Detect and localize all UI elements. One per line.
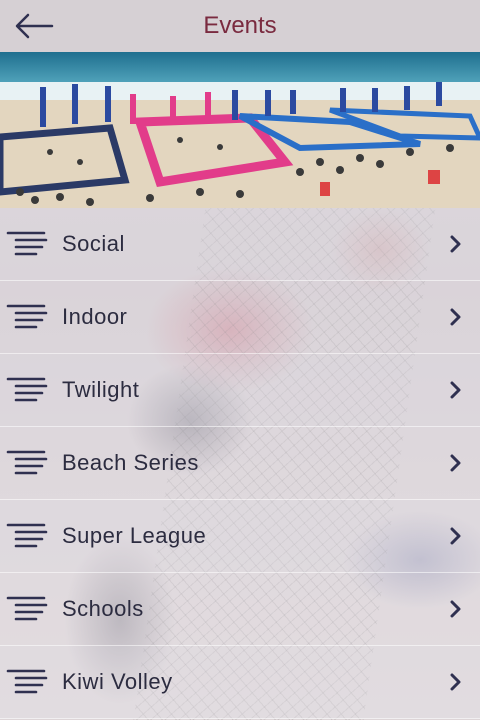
events-menu-list: Social Indoor Twilight Beach Series Supe… [0,208,480,719]
menu-item-label: Indoor [62,304,128,329]
chevron-right-icon [450,381,461,399]
page-title: Events [203,12,277,39]
menu-item-schools[interactable]: Schools [0,573,480,646]
menu-item-label: Schools [62,596,144,621]
back-button[interactable] [12,10,56,42]
menu-item-label: Twilight [62,377,140,402]
top-bar: Events [0,0,480,52]
hero-image [0,52,480,208]
menu-item-label: Beach Series [62,450,199,475]
menu-item-super-league[interactable]: Super League [0,500,480,573]
menu-item-label: Social [62,231,125,256]
menu-item-kiwi-volley[interactable]: Kiwi Volley [0,646,480,719]
list-lines-icon [6,304,48,329]
list-lines-icon [6,231,48,256]
list-lines-icon [6,523,48,548]
back-arrow-icon [15,13,54,39]
chevron-right-icon [450,308,461,326]
menu-item-label: Kiwi Volley [62,669,173,694]
chevron-right-icon [450,600,461,618]
menu-item-social[interactable]: Social [0,208,480,281]
list-lines-icon [6,596,48,621]
list-lines-icon [6,669,48,694]
menu-item-beach-series[interactable]: Beach Series [0,427,480,500]
chevron-right-icon [450,527,461,545]
menu-item-twilight[interactable]: Twilight [0,354,480,427]
chevron-right-icon [450,673,461,691]
chevron-right-icon [450,235,461,253]
list-lines-icon [6,450,48,475]
chevron-right-icon [450,454,461,472]
menu-item-indoor[interactable]: Indoor [0,281,480,354]
list-lines-icon [6,377,48,402]
menu-item-label: Super League [62,523,207,548]
